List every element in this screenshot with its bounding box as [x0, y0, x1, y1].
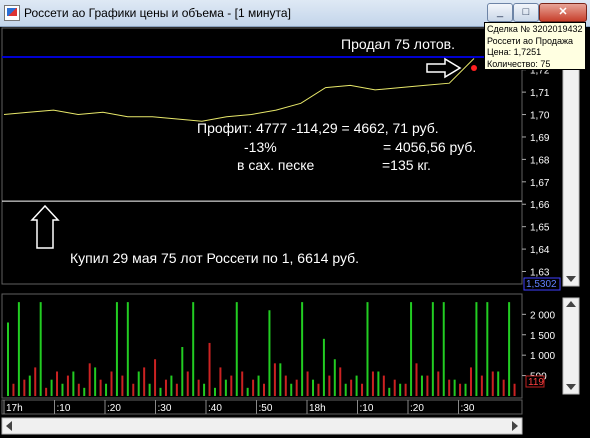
net-profit-annotation: = 4056,56 руб. — [383, 139, 477, 155]
price-tick-label: 1,71 — [530, 88, 550, 99]
volume-panel: 2 0001 5001 000500 — [1, 293, 555, 399]
minimize-button[interactable]: _ — [487, 3, 513, 22]
time-tick-label: :10 — [57, 403, 71, 414]
time-tick-label: 17h — [6, 403, 23, 414]
time-axis: 17h :10 :20 :30 :40 :50 18h :10 :20 :30 — [1, 399, 523, 415]
volume-scale-value: 119 — [528, 377, 544, 388]
percent-annotation: -13% — [244, 139, 277, 155]
chart-app-icon — [4, 5, 20, 21]
price-tick-label: 1,70 — [530, 111, 550, 122]
profit-annotation: Профит: 4777 -114,29 = 4662, 71 руб. — [197, 120, 439, 136]
volume-scrollbar[interactable] — [562, 297, 580, 395]
time-tick-label: :30 — [461, 403, 475, 414]
tooltip-deal-number: Сделка № 3202019432 — [487, 24, 583, 34]
price-tick-label: 1,67 — [530, 178, 550, 189]
trade-tooltip: Сделка № 3202019432 Россети ао Продажа Ц… — [484, 22, 586, 70]
chart-window: Россети ао Графики цены и объема - [1 ми… — [0, 0, 590, 438]
sell-point-marker — [471, 65, 477, 71]
time-tick-label: :40 — [208, 403, 222, 414]
price-tick-label: 1,65 — [530, 223, 550, 234]
close-button[interactable]: ✕ — [539, 3, 587, 22]
time-tick-label: 18h — [309, 403, 326, 414]
volume-tick-label: 1 500 — [530, 331, 555, 342]
sold-annotation: Продал 75 лотов. — [341, 36, 455, 52]
price-panel: 1,721,711,701,691,681,671,661,651,641,63 — [1, 27, 550, 285]
tooltip-price: Цена: 1,7251 — [487, 47, 542, 57]
price-tick-label: 1,66 — [530, 200, 550, 211]
tooltip-quantity: Количество: 75 — [487, 58, 551, 69]
price-tick-label: 1,69 — [530, 133, 550, 144]
time-tick-label: :30 — [158, 403, 172, 414]
sugar-annotation: в сах. песке — [237, 157, 315, 173]
horizontal-scrollbar[interactable] — [1, 417, 523, 435]
volume-tick-label: 2 000 — [530, 310, 555, 321]
volume-tick-label: 1 000 — [530, 351, 555, 362]
tooltip-instrument: Россети ао Продажа — [487, 35, 574, 46]
time-tick-label: :20 — [410, 403, 424, 414]
price-y-axis: 1,721,711,701,691,681,671,661,651,641,63 — [522, 66, 550, 279]
time-tick-label: :20 — [107, 403, 121, 414]
price-tick-label: 1,64 — [530, 245, 550, 256]
price-scrollbar[interactable] — [562, 33, 580, 287]
maximize-button[interactable]: □ — [513, 3, 539, 22]
chart-area: 1,721,711,701,691,681,671,661,651,641,63… — [1, 27, 580, 435]
time-tick-label: :50 — [259, 403, 273, 414]
price-tick-label: 1,68 — [530, 155, 550, 166]
bought-annotation: Купил 29 мая 75 лот Россети по 1, 6614 р… — [70, 250, 360, 266]
sugar-weight-annotation: =135 кг. — [382, 157, 431, 173]
time-tick-label: :10 — [360, 403, 374, 414]
volume-y-axis: 2 0001 5001 000500 — [522, 310, 555, 383]
window-title: Россети ао Графики цены и объема - [1 ми… — [24, 6, 291, 20]
price-tick-label: 1,63 — [530, 268, 550, 279]
price-scale-value: 1,5302 — [526, 279, 557, 290]
